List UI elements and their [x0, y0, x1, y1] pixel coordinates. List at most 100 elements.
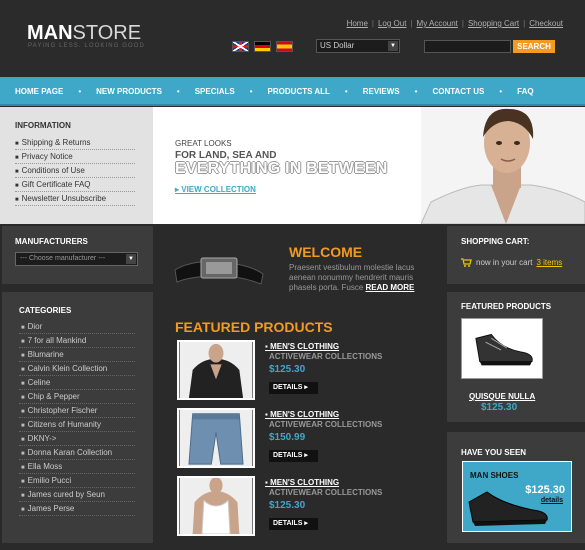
product-card: ▪ MEN'S CLOTHING ACTIVEWEAR COLLECTIONS … — [175, 408, 435, 470]
manufacturers-title: MANUFACTURERS — [15, 237, 88, 246]
featured-side-title: FEATURED PRODUCTS — [461, 302, 552, 311]
category-item[interactable]: ■ DKNY-> — [19, 432, 135, 446]
bullet-icon: ■ — [15, 141, 19, 147]
model-photo — [421, 107, 585, 224]
top-links: Home | Log Out | My Account | Shopping Cart… — [346, 19, 563, 28]
my-account-link[interactable]: My Account — [417, 19, 458, 28]
shopping-cart-box: SHOPPING CART: now in your cart 3 items — [447, 226, 585, 284]
product-image[interactable] — [177, 476, 255, 536]
category-item[interactable]: ■ Calvin Klein Collection — [19, 362, 135, 376]
info-link-newsletter[interactable]: ■ Newsletter Unsubscribe — [15, 192, 135, 206]
cart-summary: now in your cart 3 items — [461, 258, 585, 267]
cart-icon — [461, 258, 472, 267]
info-link-conditions[interactable]: ■ Conditions of Use — [15, 164, 135, 178]
banner-line-1: GREAT LOOKS — [175, 139, 232, 148]
category-item[interactable]: ■ Citizens of Humanity — [19, 418, 135, 432]
product-name[interactable]: ▪ MEN'S CLOTHING — [265, 342, 339, 351]
category-item[interactable]: ■ James cured by Seun — [19, 488, 135, 502]
information-title: INFORMATION — [15, 121, 71, 130]
bullet-icon: ■ — [15, 155, 19, 161]
product-price: $150.99 — [269, 432, 306, 443]
featured-title: FEATURED PRODUCTS — [175, 319, 333, 335]
product-name[interactable]: ▪ MEN'S CLOTHING — [265, 410, 339, 419]
featured-side-name[interactable]: QUISQUE NULLA — [469, 392, 535, 401]
nav-separator: • — [414, 87, 418, 96]
category-item[interactable]: ■ Christopher Fischer — [19, 404, 135, 418]
featured-shoe-image[interactable] — [461, 318, 543, 379]
nav-products-all[interactable]: PRODUCTS ALL — [268, 87, 330, 96]
nav-separator: • — [249, 87, 253, 96]
cart-items-link[interactable]: 3 items — [536, 258, 562, 267]
product-subtitle: ACTIVEWEAR COLLECTIONS — [269, 488, 383, 497]
currency-select[interactable]: US Dollar ▼ — [316, 39, 400, 53]
main-content: WELCOME Praesent vestibulum molestie lac… — [155, 226, 445, 550]
belt-image — [174, 257, 264, 285]
details-button[interactable]: DETAILS ▸ — [269, 518, 318, 530]
nav-contact-us[interactable]: CONTACT US — [432, 87, 484, 96]
manufacturer-select[interactable]: --- Choose manufacturer --- ▼ — [15, 252, 138, 266]
promo-details-link[interactable]: details — [541, 497, 563, 504]
product-subtitle: ACTIVEWEAR COLLECTIONS — [269, 420, 383, 429]
category-item[interactable]: ■ Celine — [19, 376, 135, 390]
info-link-privacy[interactable]: ■ Privacy Notice — [15, 150, 135, 164]
nav-faq[interactable]: FAQ — [517, 87, 533, 96]
nav-specials[interactable]: SPECIALS — [195, 87, 235, 96]
german-flag-icon[interactable] — [254, 41, 271, 52]
details-button[interactable]: DETAILS ▸ — [269, 382, 318, 394]
welcome-text: Praesent vestibulum molestie lacus aenea… — [289, 263, 415, 292]
category-item[interactable]: ■ James Perse — [19, 502, 135, 516]
banner-headline: EVERYTHING IN BETWEEN — [175, 160, 388, 177]
chevron-down-icon: ▼ — [126, 254, 136, 264]
chevron-down-icon: ▼ — [388, 41, 398, 51]
featured-side-box: FEATURED PRODUCTS QUISQUE NULLA $125.30 — [447, 292, 585, 422]
product-card: ▪ MEN'S CLOTHING ACTIVEWEAR COLLECTIONS … — [175, 476, 435, 538]
promo-label: MAN SHOES — [470, 471, 519, 480]
info-link-shipping[interactable]: ■ Shipping & Returns — [15, 136, 135, 150]
category-item[interactable]: ■ Ella Moss — [19, 460, 135, 474]
header: MANSTORE PAYING LESS. LOOKING GOOD Home |… — [0, 0, 585, 76]
nav-separator: • — [344, 87, 348, 96]
category-item[interactable]: ■ 7 for all Mankind — [19, 334, 135, 348]
view-collection-link[interactable]: ▸ VIEW COLLECTION — [175, 185, 256, 194]
product-image[interactable] — [177, 340, 255, 400]
category-item[interactable]: ■ Blumarine — [19, 348, 135, 362]
checkout-link[interactable]: Checkout — [529, 19, 563, 28]
nav-home-page[interactable]: HOME PAGE — [15, 87, 63, 96]
product-name[interactable]: ▪ MEN'S CLOTHING — [265, 478, 339, 487]
info-link-gift-faq[interactable]: ■ Gift Certificate FAQ — [15, 178, 135, 192]
shopping-cart-title: SHOPPING CART: — [461, 237, 530, 246]
information-box: INFORMATION ■ Shipping & Returns ■ Privacy… — [0, 107, 153, 224]
read-more-link[interactable]: READ MORE — [366, 283, 415, 292]
bullet-icon: ■ — [15, 197, 19, 203]
manufacturer-select-value: --- Choose manufacturer --- — [20, 255, 106, 262]
logout-link[interactable]: Log Out — [378, 19, 406, 28]
product-price: $125.30 — [269, 364, 306, 375]
product-image[interactable] — [177, 408, 255, 468]
shopping-cart-link[interactable]: Shopping Cart — [468, 19, 519, 28]
product-subtitle: ACTIVEWEAR COLLECTIONS — [269, 352, 383, 361]
man-shoes-promo[interactable]: MAN SHOES $125.30 details — [462, 461, 572, 532]
manufacturers-box: MANUFACTURERS --- Choose manufacturer --… — [2, 226, 153, 284]
nav-reviews[interactable]: REVIEWS — [363, 87, 400, 96]
category-item[interactable]: ■ Donna Karan Collection — [19, 446, 135, 460]
product-price: $125.30 — [269, 500, 306, 511]
category-item[interactable]: ■ Dior — [19, 320, 135, 334]
nav-new-products[interactable]: NEW PRODUCTS — [96, 87, 162, 96]
logo[interactable]: MANSTORE — [27, 22, 141, 45]
home-link[interactable]: Home — [347, 19, 368, 28]
category-item[interactable]: ■ Emilio Pucci — [19, 474, 135, 488]
hero-banner[interactable]: GREAT LOOKS FOR LAND, SEA AND EVERYTHING… — [153, 107, 585, 224]
search-button[interactable]: SEARCH — [513, 40, 555, 53]
details-button[interactable]: DETAILS ▸ — [269, 450, 318, 462]
categories-box: CATEGORIES ■ Dior ■ 7 for all Mankind ■ Blu… — [2, 292, 153, 543]
spanish-flag-icon[interactable] — [276, 41, 293, 52]
category-item[interactable]: ■ Chip & Pepper — [19, 390, 135, 404]
promo-price: $125.30 — [525, 484, 565, 496]
bullet-icon: ■ — [15, 183, 19, 189]
nav-separator: • — [176, 87, 180, 96]
english-flag-icon[interactable] — [232, 41, 249, 52]
product-card: ▪ MEN'S CLOTHING ACTIVEWEAR COLLECTIONS … — [175, 340, 435, 402]
search-input[interactable] — [424, 40, 511, 53]
nav-separator: • — [499, 87, 503, 96]
currency-value: US Dollar — [320, 41, 355, 50]
